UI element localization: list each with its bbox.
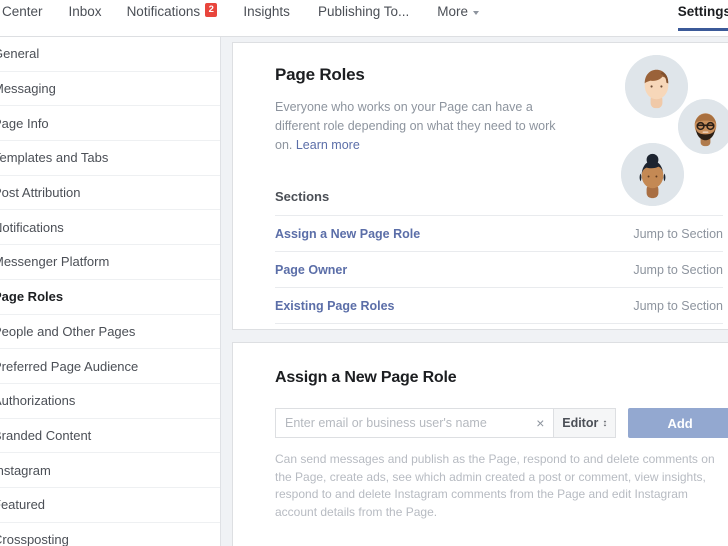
nav-tab-more[interactable]: More xyxy=(437,4,480,29)
sidebar-item-label: Page Info xyxy=(0,115,49,131)
role-select-value: Editor xyxy=(562,416,599,430)
sidebar-item-label: Page Roles xyxy=(0,289,64,305)
nav-tab-notifications[interactable]: Notifications 2 xyxy=(126,2,218,29)
jump-to-section-link[interactable]: Jump to Section xyxy=(633,227,723,241)
notifications-count-badge: 2 xyxy=(205,2,218,17)
settings-sidebar[interactable]: General Messaging Page Info Templates an… xyxy=(0,37,221,546)
person-search-input[interactable] xyxy=(285,416,528,430)
sidebar-item-label: Instagram xyxy=(0,462,51,478)
jump-to-section-link[interactable]: Jump to Section xyxy=(633,263,723,277)
nav-tab-publishing-tools-label: Publishing To... xyxy=(317,4,410,19)
assign-role-form: × Editor ↕ Add xyxy=(275,408,728,438)
nav-tab-more-label: More xyxy=(437,4,469,19)
nav-tab-notifications-label: Notifications xyxy=(126,4,201,19)
nav-tab-settings[interactable]: Settings xyxy=(677,4,728,31)
assign-new-page-role-title: Assign a New Page Role xyxy=(275,369,457,386)
section-name: Existing Page Roles xyxy=(275,298,395,313)
jump-to-section-link[interactable]: Jump to Section xyxy=(633,299,723,313)
nav-tab-insights[interactable]: Insights xyxy=(243,4,290,29)
settings-main-content: Page Roles Everyone who works on your Pa… xyxy=(222,37,728,546)
nav-tab-publishing-tools[interactable]: Publishing To... xyxy=(318,4,409,29)
chevron-down-icon xyxy=(473,10,480,15)
page-roles-description: Everyone who works on your Page can have… xyxy=(275,98,567,155)
person-search-field[interactable] xyxy=(275,408,528,438)
sections-heading: Sections xyxy=(275,189,330,204)
nav-tab-insights-label: Insights xyxy=(243,4,290,19)
sidebar-item-messenger-platform[interactable]: Messenger Platform xyxy=(0,245,220,280)
nav-tab-center-label: Center xyxy=(2,4,43,19)
assign-new-page-role-card: Assign a New Page Role × Editor ↕ Add Ca… xyxy=(232,342,728,546)
sidebar-item-label: Post Attribution xyxy=(0,185,81,201)
sidebar-item-label: Messenger Platform xyxy=(0,254,110,270)
page-settings-screen: Center Inbox Notifications 2 Insights Pu… xyxy=(0,0,728,546)
sidebar-item-label: People and Other Pages xyxy=(0,323,136,339)
sidebar-item-label: Templates and Tabs xyxy=(0,150,109,166)
page-roles-overview-card: Page Roles Everyone who works on your Pa… xyxy=(232,42,728,330)
nav-tab-inbox[interactable]: Inbox xyxy=(69,4,102,29)
add-role-button[interactable]: Add xyxy=(628,408,728,438)
sections-list: Assign a New Page Role Jump to Section P… xyxy=(275,215,723,324)
sidebar-item-label: General xyxy=(0,46,40,62)
close-icon: × xyxy=(536,415,545,431)
role-permissions-description: Can send messages and publish as the Pag… xyxy=(275,452,715,519)
sidebar-item-authorizations[interactable]: Authorizations xyxy=(0,384,220,419)
top-navigation-bar: Center Inbox Notifications 2 Insights Pu… xyxy=(0,0,728,37)
sidebar-item-instagram[interactable]: Instagram xyxy=(0,453,220,488)
sidebar-item-branded-content[interactable]: Branded Content xyxy=(0,419,220,454)
section-row-existing-page-roles[interactable]: Existing Page Roles Jump to Section xyxy=(275,287,723,324)
sidebar-item-label: Branded Content xyxy=(0,427,92,443)
nav-tab-settings-label: Settings xyxy=(677,4,728,19)
sidebar-item-label: Crossposting xyxy=(0,531,69,546)
sidebar-item-notifications[interactable]: Notifications xyxy=(0,210,220,246)
section-name: Assign a New Page Role xyxy=(275,226,421,241)
sidebar-item-crossposting[interactable]: Crossposting xyxy=(0,523,220,546)
up-down-chevron-icon: ↕ xyxy=(602,417,608,429)
sidebar-item-templates-and-tabs[interactable]: Templates and Tabs xyxy=(0,141,220,176)
page-title: Page Roles xyxy=(275,65,365,84)
sidebar-item-label: Messaging xyxy=(0,81,56,97)
sidebar-item-label: Preferred Page Audience xyxy=(0,358,139,374)
sidebar-item-preferred-page-audience[interactable]: Preferred Page Audience xyxy=(0,349,220,384)
sidebar-item-people-and-other-pages[interactable]: People and Other Pages xyxy=(0,315,220,350)
sidebar-item-label: Featured xyxy=(0,497,46,513)
sidebar-item-post-attribution[interactable]: Post Attribution xyxy=(0,176,220,211)
nav-tab-center[interactable]: Center xyxy=(2,4,43,29)
avatar-person-bearded-glasses xyxy=(678,99,728,154)
sidebar-item-page-roles[interactable]: Page Roles xyxy=(0,280,220,315)
learn-more-link[interactable]: Learn more xyxy=(296,138,360,152)
section-row-page-owner[interactable]: Page Owner Jump to Section xyxy=(275,251,723,287)
sidebar-item-messaging[interactable]: Messaging xyxy=(0,72,220,107)
nav-tab-inbox-label: Inbox xyxy=(68,4,102,19)
sidebar-item-page-info[interactable]: Page Info xyxy=(0,106,220,142)
section-name: Page Owner xyxy=(275,262,348,277)
clear-input-button[interactable]: × xyxy=(527,408,554,438)
sidebar-item-general[interactable]: General xyxy=(0,37,220,72)
sidebar-item-label: Authorizations xyxy=(0,393,76,409)
sidebar-item-featured[interactable]: Featured xyxy=(0,488,220,523)
avatar-person-bearded-glasses-icon xyxy=(678,99,728,154)
section-row-assign-a-new-page-role[interactable]: Assign a New Page Role Jump to Section xyxy=(275,215,723,251)
role-select-dropdown[interactable]: Editor ↕ xyxy=(553,408,617,438)
sidebar-item-label: Notifications xyxy=(0,219,64,235)
